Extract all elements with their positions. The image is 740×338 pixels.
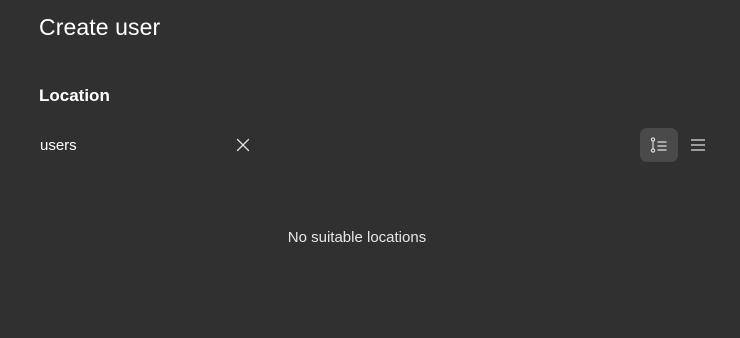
location-search (33, 128, 257, 162)
clear-search-button[interactable] (231, 131, 255, 159)
list-icon (691, 139, 705, 151)
location-heading: Location (39, 86, 110, 105)
list-view-button[interactable] (679, 128, 717, 162)
tree-list-icon (650, 137, 667, 153)
tree-view-button[interactable] (640, 128, 678, 162)
dialog-title: Create user (39, 14, 161, 40)
location-search-input[interactable] (33, 130, 230, 160)
empty-state-message: No suitable locations (287, 229, 427, 246)
close-icon (236, 138, 250, 152)
